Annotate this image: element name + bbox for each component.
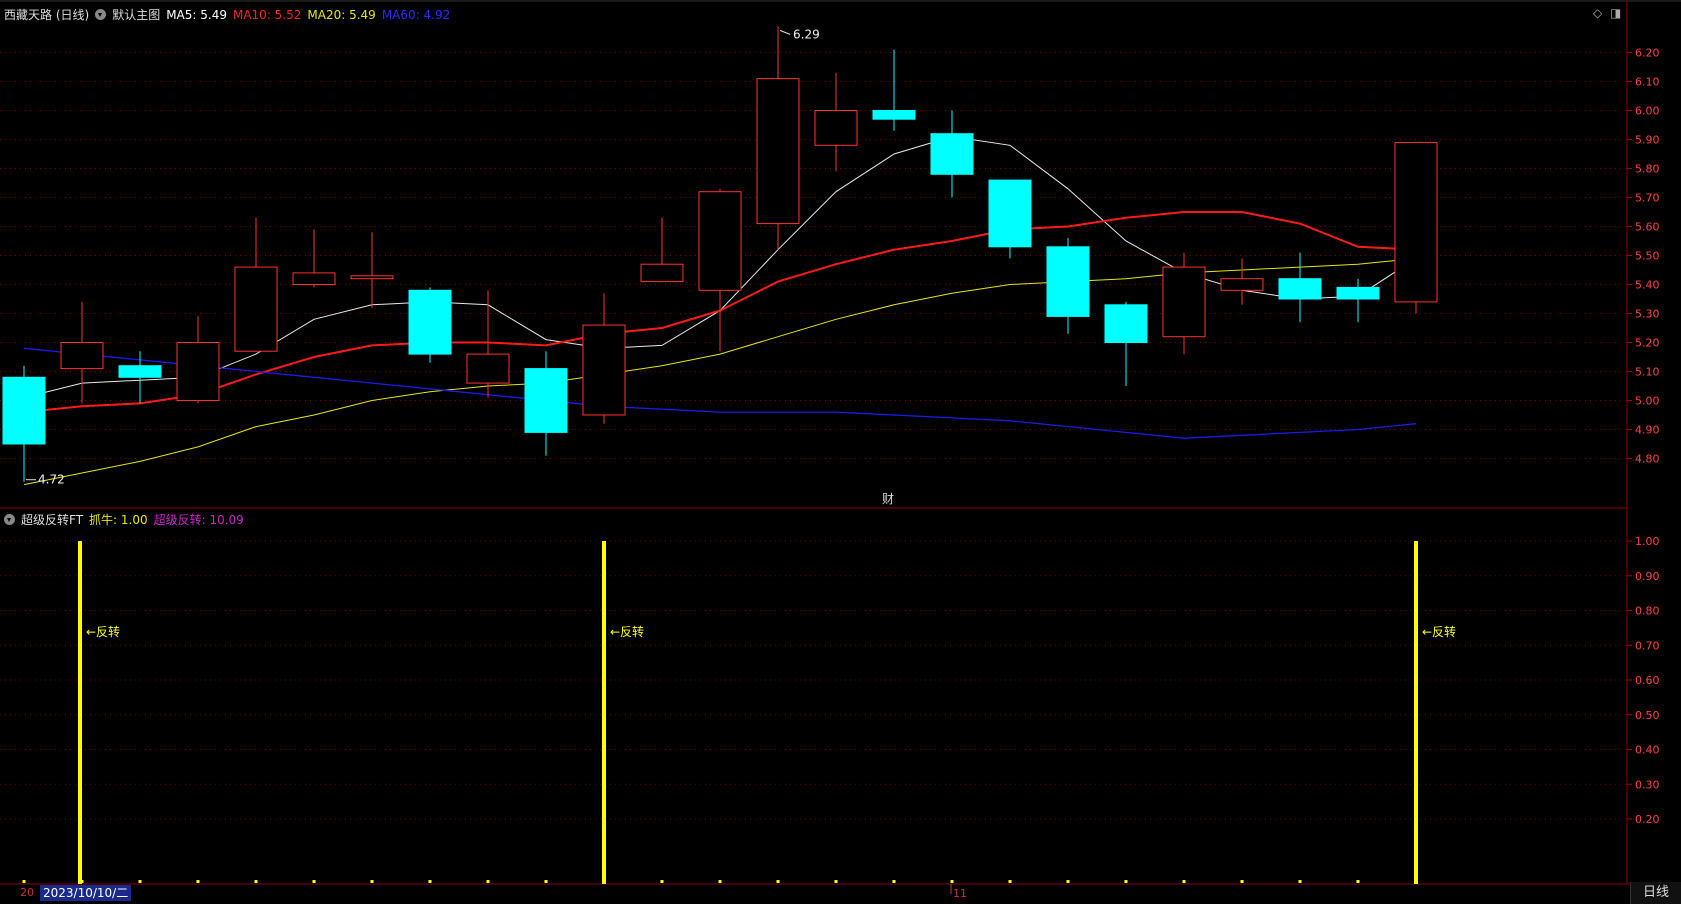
candle-up[interactable] — [698, 191, 742, 291]
indicator-name[interactable]: 超级反转FT — [21, 511, 83, 528]
price-tick-label: 6.00 — [1635, 105, 1660, 118]
indicator-tick-label: 0.40 — [1635, 744, 1660, 757]
low-price-label: 4.72 — [38, 473, 65, 487]
candle-down[interactable] — [1278, 278, 1322, 300]
candle-up[interactable] — [814, 110, 858, 146]
indicator-dot — [370, 880, 374, 883]
stock-name[interactable]: 西藏天路 (日线) — [4, 6, 89, 23]
indicator-tick-label: 0.70 — [1635, 639, 1660, 652]
indicator-tick-label: 0.20 — [1635, 813, 1660, 826]
price-tick-label: 4.80 — [1635, 453, 1660, 466]
selected-date: 2023/10/10/二 — [40, 885, 132, 901]
indicator-dot — [138, 880, 142, 883]
candle-up[interactable] — [466, 353, 510, 384]
candle-down[interactable] — [524, 368, 568, 433]
indicator-dot — [1182, 880, 1186, 883]
indicator-dot — [1008, 880, 1012, 883]
price-tick-label: 5.00 — [1635, 395, 1660, 408]
indicator-dot — [834, 880, 838, 883]
indicator-tick-label: 0.90 — [1635, 570, 1660, 583]
indicator-dot — [776, 880, 780, 883]
ma60-line — [23, 347, 1417, 439]
indicator-dot — [1124, 880, 1128, 883]
ma60-value: MA60: 4.92 — [381, 7, 451, 22]
reversal-label: ←反转 — [1422, 624, 1456, 639]
candle-up[interactable] — [1394, 141, 1438, 303]
indicator-dot — [428, 880, 432, 883]
price-tick-label: 4.90 — [1635, 424, 1660, 437]
candle-up[interactable] — [60, 342, 104, 370]
indicator-dot — [660, 880, 664, 883]
price-tick-label: 5.10 — [1635, 366, 1660, 379]
indicator-tick-label: 0.30 — [1635, 778, 1660, 791]
indicator-dot — [22, 880, 26, 883]
indicator-dot — [544, 880, 548, 883]
main-chart-label[interactable]: 默认主图 — [112, 6, 160, 23]
candle-down[interactable] — [408, 289, 452, 355]
indicator-dot — [312, 880, 316, 883]
candle-up[interactable] — [176, 342, 220, 401]
diamond-icon[interactable]: ◇ — [1593, 6, 1602, 20]
candle-down[interactable] — [1046, 246, 1090, 317]
candle-down[interactable] — [1336, 286, 1380, 300]
price-tick-label: 5.70 — [1635, 192, 1660, 205]
indicator-dot — [1066, 880, 1070, 883]
price-tick-label: 5.60 — [1635, 221, 1660, 234]
price-tick-label: 5.20 — [1635, 337, 1660, 350]
ma20-value: MA20: 5.49 — [307, 7, 376, 22]
indicator-dot — [196, 880, 200, 883]
candle-up[interactable] — [756, 78, 800, 225]
indicator-dot — [950, 880, 954, 883]
candle-down[interactable] — [118, 365, 162, 378]
candle-down[interactable] — [2, 376, 46, 445]
indicator-tick-label: 0.60 — [1635, 674, 1660, 687]
indicator-tick-label: 0.50 — [1635, 709, 1660, 722]
indicator-dropdown-icon[interactable] — [4, 514, 15, 525]
indicator-tick-label: 1.00 — [1635, 535, 1660, 548]
indicator-dot — [1298, 880, 1302, 883]
price-tick-label: 6.10 — [1635, 76, 1660, 89]
main-chart-dropdown-icon[interactable] — [95, 9, 107, 20]
candle-up[interactable] — [1162, 266, 1206, 338]
high-marker-arrow — [779, 29, 791, 35]
indicator-dot — [486, 880, 490, 883]
candle-up[interactable] — [292, 272, 336, 285]
period-button[interactable]: 日线 — [1630, 882, 1681, 904]
ma5-value: MA5: 5.49 — [166, 7, 227, 22]
indicator-tick-label: 0.80 — [1635, 605, 1660, 618]
candle-down[interactable] — [872, 110, 916, 120]
candle-down[interactable] — [988, 179, 1032, 248]
reversal-label: ←反转 — [610, 624, 644, 639]
main-chart-header: 西藏天路 (日线) 默认主图 MA5: 5.49 MA10: 5.52 MA20… — [4, 6, 450, 23]
chaoji-value: 超级反转: 10.09 — [153, 513, 244, 527]
price-tick-label: 5.90 — [1635, 134, 1660, 147]
indicator-dot — [254, 880, 258, 883]
price-tick-label: 5.40 — [1635, 279, 1660, 292]
candle-up[interactable] — [582, 324, 626, 416]
candle-down[interactable] — [930, 133, 974, 175]
indicator-dot — [1356, 880, 1360, 883]
indicator-dot — [892, 880, 896, 883]
candle-down[interactable] — [1104, 304, 1148, 343]
candle-up[interactable] — [1220, 278, 1264, 291]
price-tick-label: 5.80 — [1635, 163, 1660, 176]
maximize-icon[interactable]: ◨ — [1610, 6, 1621, 20]
candle-up[interactable] — [234, 266, 278, 352]
reversal-label: ←反转 — [86, 624, 120, 639]
ma10-value: MA10: 5.52 — [232, 7, 302, 22]
finance-marker: 财 — [882, 492, 894, 506]
month-tick-label: 11 — [953, 887, 967, 900]
candle-up[interactable] — [640, 263, 684, 283]
price-tick-label: 5.30 — [1635, 308, 1660, 321]
chart-canvas[interactable]: 6.20 6.10 6.00 5.90 5.80 5.70 5.60 5.50 5.40 5.30… — [0, 0, 1681, 904]
indicator-dot — [1240, 880, 1244, 883]
zhuaniu-value: 抓牛: 1.00 — [89, 513, 148, 527]
high-price-label: 6.29 — [793, 27, 820, 41]
indicator-dot — [718, 880, 722, 883]
candle-up[interactable] — [350, 275, 394, 280]
price-tick-label: 5.50 — [1635, 250, 1660, 263]
indicator-header: 超级反转FT 抓牛: 1.00 超级反转: 10.09 — [4, 511, 244, 528]
price-tick-label: 6.20 — [1635, 47, 1660, 60]
date-prefix: 20 — [20, 886, 34, 899]
